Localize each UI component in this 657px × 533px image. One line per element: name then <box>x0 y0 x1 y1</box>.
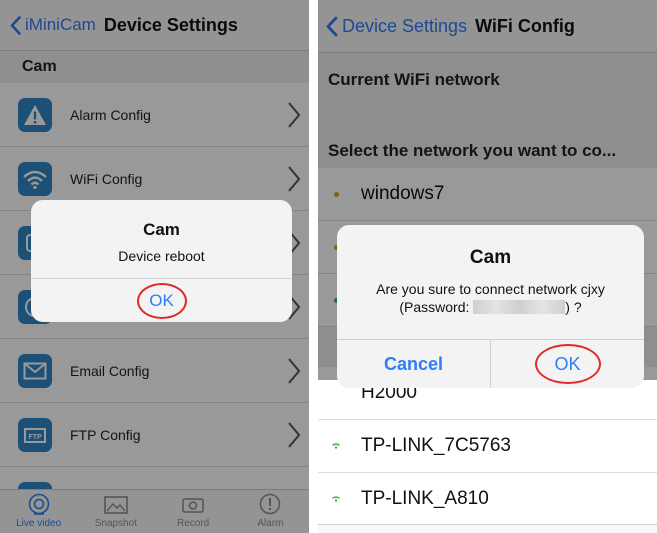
password-suffix: ) ? <box>565 299 582 315</box>
ok-button[interactable]: OK <box>31 279 292 322</box>
bottom-toolbar <box>318 524 657 533</box>
network-row-tp-link-a810[interactable]: TP-LINK_A810 <box>318 473 657 526</box>
alert-title: Cam <box>143 220 180 239</box>
wifi-signal-icon <box>332 496 340 502</box>
reboot-alert-dialog: Cam Device reboot OK <box>31 200 292 322</box>
network-row-tp-link-7c5763[interactable]: TP-LINK_7C5763 <box>318 420 657 473</box>
device-settings-screen: iMiniCam Device Settings Cam Alarm Confi… <box>0 0 309 533</box>
alert-message: Device reboot <box>118 248 205 264</box>
password-prefix: (Password: <box>399 299 474 315</box>
wifi-signal-icon <box>332 443 340 449</box>
cancel-button[interactable]: Cancel <box>337 340 490 388</box>
cancel-label: Cancel <box>383 353 444 374</box>
alert-title: Cam <box>469 247 512 268</box>
ok-label: OK <box>554 353 581 374</box>
ok-button[interactable]: OK <box>491 340 644 388</box>
alert-message-line2: (Password: ) ? <box>337 299 644 315</box>
password-redacted <box>473 300 566 314</box>
alert-message-line1: Are you sure to connect network cjxy <box>376 281 605 297</box>
ok-label: OK <box>149 290 174 310</box>
ok-highlight-circle: OK <box>136 282 187 319</box>
ok-highlight-circle: OK <box>534 344 601 384</box>
wifi-config-screen: Device Settings WiFi Config Current WiFi… <box>318 0 657 533</box>
network-name: TP-LINK_7C5763 <box>361 435 511 456</box>
network-name: TP-LINK_A810 <box>361 488 489 509</box>
connect-alert-dialog: Cam Are you sure to connect network cjxy… <box>337 225 644 388</box>
